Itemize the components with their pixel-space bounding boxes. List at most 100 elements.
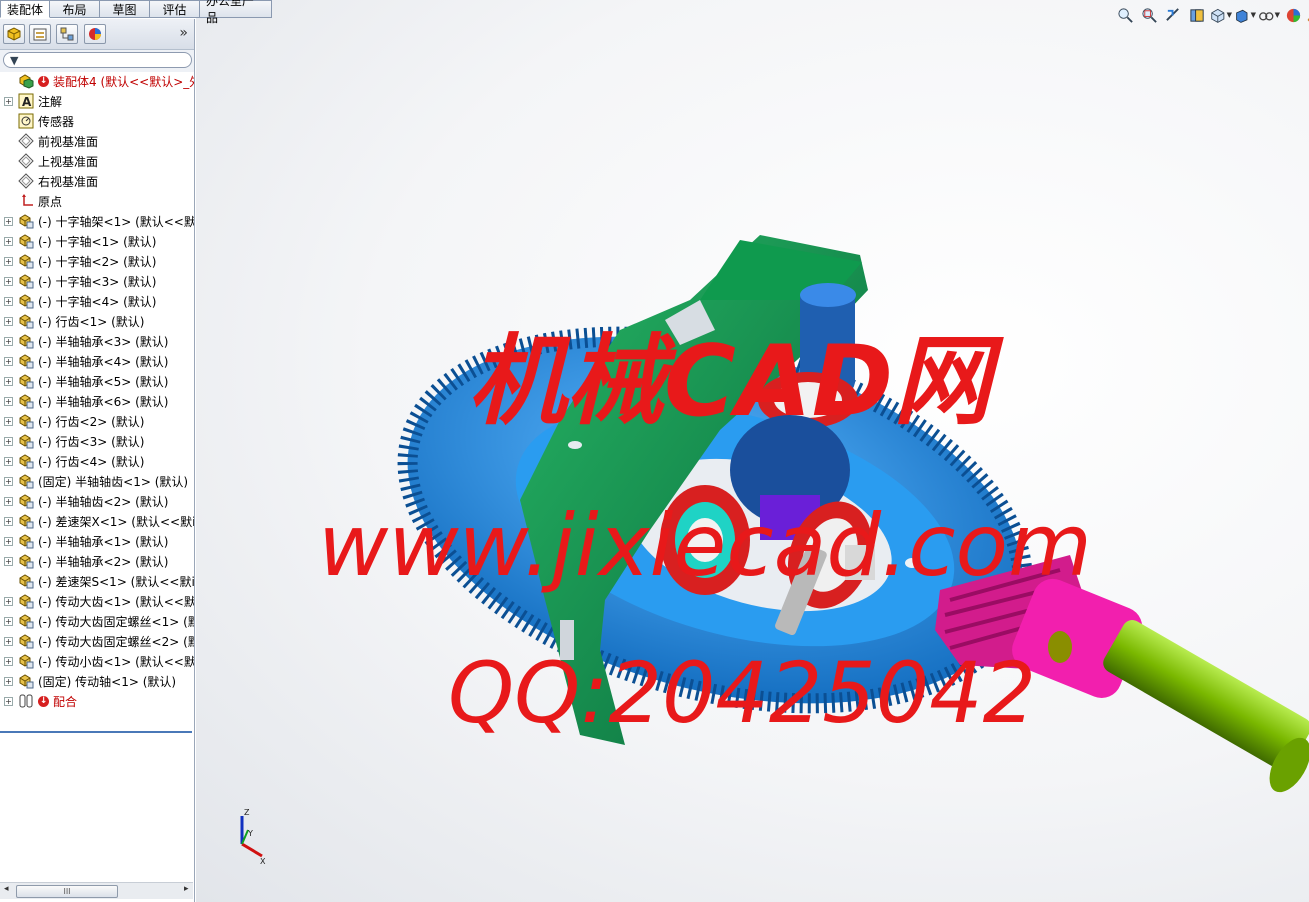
expand-icon[interactable]: +: [4, 496, 13, 506]
tree-item[interactable]: 右视基准面: [0, 171, 194, 191]
tree-item[interactable]: + (-) 传动大齿<1> (默认<<默: [0, 591, 194, 611]
part-icon: [18, 493, 38, 509]
error-icon: ↓: [38, 695, 49, 707]
tree-item[interactable]: + (-) 半轴轴承<3> (默认): [0, 331, 194, 351]
tree-item[interactable]: + (-) 行齿<4> (默认): [0, 451, 194, 471]
part-icon: [18, 233, 38, 249]
tree-item[interactable]: + (-) 传动大齿固定螺丝<2> (默: [0, 631, 194, 651]
expand-icon[interactable]: +: [4, 516, 13, 526]
expand-icon[interactable]: +: [4, 296, 13, 306]
expand-icon[interactable]: +: [4, 636, 13, 646]
error-icon: ↓: [38, 75, 49, 87]
tree-item[interactable]: + (-) 行齿<2> (默认): [0, 411, 194, 431]
mates-icon: [18, 693, 38, 709]
filter-row: ▼: [0, 50, 194, 72]
expand-icon[interactable]: +: [4, 336, 13, 346]
tree-root[interactable]: ↓ 装配体4 (默认<<默认>_外观: [0, 71, 194, 91]
expand-icon[interactable]: +: [4, 256, 13, 266]
tree-item[interactable]: + (-) 十字轴<3> (默认): [0, 271, 194, 291]
drive-pinion-and-shaft[interactable]: [935, 555, 1309, 799]
tree-item[interactable]: + (-) 传动小齿<1> (默认<<默: [0, 651, 194, 671]
plane-icon: [18, 173, 38, 189]
tree-item[interactable]: + (-) 行齿<1> (默认): [0, 311, 194, 331]
tree-item[interactable]: + (-) 十字轴<4> (默认): [0, 291, 194, 311]
tree-item-label: 前视基准面: [38, 134, 99, 149]
scroll-left-icon[interactable]: ◂: [4, 884, 9, 894]
expand-icon[interactable]: +: [4, 696, 13, 706]
expand-icon[interactable]: +: [4, 456, 13, 466]
expand-icon[interactable]: +: [4, 236, 13, 246]
tree-item[interactable]: 上视基准面: [0, 151, 194, 171]
tab-2[interactable]: 草图: [100, 0, 150, 18]
tree-item[interactable]: + (-) 传动大齿固定螺丝<1> (默: [0, 611, 194, 631]
feature-manager-tab[interactable]: [3, 24, 25, 44]
tree-item-label: (-) 十字轴<2> (默认): [38, 254, 157, 269]
expand-icon[interactable]: +: [4, 676, 13, 686]
tree-item[interactable]: + (-) 半轴轴承<5> (默认): [0, 371, 194, 391]
svg-text:A: A: [22, 95, 32, 109]
display-manager-icon: [89, 28, 101, 40]
scrollbar-thumb[interactable]: III: [16, 885, 118, 898]
expand-icon[interactable]: +: [4, 376, 13, 386]
tree-item[interactable]: + (-) 半轴轴承<6> (默认): [0, 391, 194, 411]
display-manager-tab[interactable]: [84, 24, 106, 44]
part-icon: [18, 413, 38, 429]
part-icon: [18, 353, 38, 369]
scroll-right-icon[interactable]: ▸: [184, 884, 189, 894]
tree-item[interactable]: 前视基准面: [0, 131, 194, 151]
expand-icon[interactable]: +: [4, 556, 13, 566]
tree-item[interactable]: + A 注解: [0, 91, 194, 111]
part-icon: [18, 533, 38, 549]
tree-item[interactable]: 传感器: [0, 111, 194, 131]
tab-3[interactable]: 评估: [150, 0, 200, 18]
tree-item[interactable]: + (-) 十字轴<2> (默认): [0, 251, 194, 271]
tree-item-label: (-) 十字轴<4> (默认): [38, 294, 157, 309]
expand-icon[interactable]: +: [4, 436, 13, 446]
tree-item[interactable]: + (-) 差速架X<1> (默认<<默i: [0, 511, 194, 531]
expand-icon[interactable]: +: [4, 476, 13, 486]
part-icon: [18, 293, 38, 309]
expand-icon[interactable]: +: [4, 276, 13, 286]
tree-item[interactable]: (-) 差速架S<1> (默认<<默i: [0, 571, 194, 591]
tree-filter-input[interactable]: ▼: [3, 52, 192, 68]
tree-item[interactable]: + (-) 十字轴<1> (默认): [0, 231, 194, 251]
tree-item[interactable]: + (-) 十字轴架<1> (默认<<默: [0, 211, 194, 231]
tree-item[interactable]: + (-) 半轴轴承<4> (默认): [0, 351, 194, 371]
tree-item-label: 原点: [38, 194, 63, 209]
configuration-manager-tab[interactable]: [56, 24, 78, 44]
part-icon: [18, 513, 38, 529]
tab-0[interactable]: 装配体: [0, 0, 50, 18]
tab-4[interactable]: 办公室产品: [200, 0, 272, 25]
tree-item[interactable]: 原点: [0, 191, 194, 211]
tree-item[interactable]: + ↓ 配合: [0, 691, 194, 711]
expand-icon[interactable]: +: [4, 616, 13, 626]
expand-icon[interactable]: +: [4, 536, 13, 546]
expand-icon[interactable]: +: [4, 316, 13, 326]
coordinate-triad: Z Y X: [240, 808, 266, 866]
assembly-model[interactable]: [196, 0, 1309, 902]
tree-item[interactable]: + (固定) 半轴轴齿<1> (默认): [0, 471, 194, 491]
horizontal-scrollbar[interactable]: ◂ III ▸: [0, 882, 193, 899]
tab-1[interactable]: 布局: [50, 0, 100, 18]
tree-item-label: (固定) 半轴轴齿<1> (默认): [38, 474, 189, 489]
tree-item[interactable]: + (-) 半轴轴齿<2> (默认): [0, 491, 194, 511]
expand-icon[interactable]: +: [4, 596, 13, 606]
tree-item[interactable]: + (-) 行齿<3> (默认): [0, 431, 194, 451]
filter-icon[interactable]: ▼: [10, 54, 18, 67]
panel-toolbar: »: [0, 19, 194, 50]
expand-icon[interactable]: +: [4, 356, 13, 366]
tree-item[interactable]: + (-) 半轴轴承<1> (默认): [0, 531, 194, 551]
expand-icon[interactable]: +: [4, 396, 13, 406]
tree-item-label: (-) 差速架S<1> (默认<<默i: [38, 574, 194, 589]
graphics-area[interactable]: ▼▼▼▼▼: [196, 0, 1309, 902]
expand-icon[interactable]: +: [4, 416, 13, 426]
tree-item[interactable]: + (固定) 传动轴<1> (默认): [0, 671, 194, 691]
expand-icon[interactable]: +: [4, 96, 13, 106]
expand-icon[interactable]: +: [4, 216, 13, 226]
tree-item-label: 注解: [38, 94, 63, 109]
part-icon: [18, 573, 38, 589]
expand-panel-icon[interactable]: »: [179, 25, 188, 41]
property-manager-tab[interactable]: [29, 24, 51, 44]
tree-item[interactable]: + (-) 半轴轴承<2> (默认): [0, 551, 194, 571]
expand-icon[interactable]: +: [4, 656, 13, 666]
